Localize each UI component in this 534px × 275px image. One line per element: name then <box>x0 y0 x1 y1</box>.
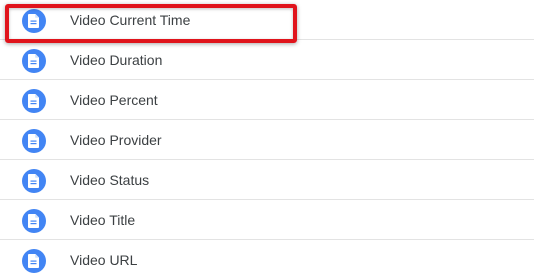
item-label: Video Duration <box>70 52 163 68</box>
document-icon <box>22 89 46 113</box>
document-icon <box>22 49 46 73</box>
list-item-video-provider[interactable]: Video Provider <box>0 120 534 160</box>
document-icon <box>22 209 46 233</box>
variable-list: Video Current Time Video Duration Video … <box>0 0 534 275</box>
list-item-video-title[interactable]: Video Title <box>0 200 534 240</box>
document-icon <box>22 129 46 153</box>
list-item-video-current-time[interactable]: Video Current Time <box>0 0 534 40</box>
document-icon <box>22 249 46 273</box>
item-label: Video Current Time <box>70 12 191 28</box>
document-icon <box>22 9 46 33</box>
item-label: Video Title <box>70 212 136 228</box>
list-item-video-duration[interactable]: Video Duration <box>0 40 534 80</box>
document-icon <box>22 169 46 193</box>
item-label: Video Provider <box>70 132 162 148</box>
item-label: Video Status <box>70 172 150 188</box>
list-item-video-url[interactable]: Video URL <box>0 240 534 275</box>
item-label: Video Percent <box>70 92 158 108</box>
list-item-video-status[interactable]: Video Status <box>0 160 534 200</box>
list-item-video-percent[interactable]: Video Percent <box>0 80 534 120</box>
item-label: Video URL <box>70 252 138 268</box>
